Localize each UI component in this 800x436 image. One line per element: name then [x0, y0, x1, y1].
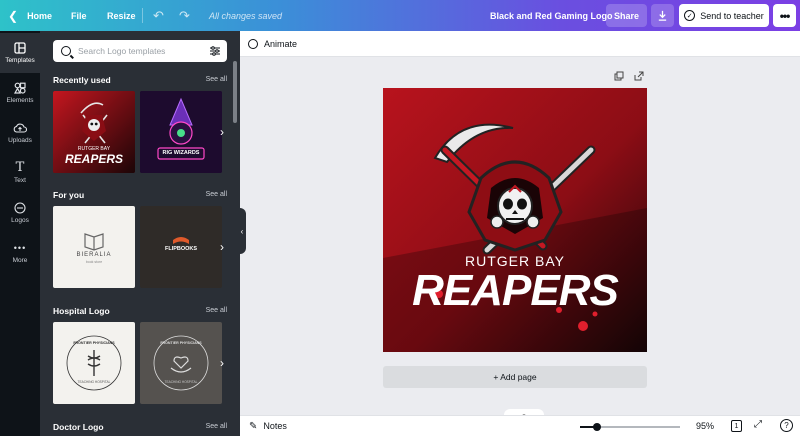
rail-item-templates[interactable]: Templates — [0, 33, 40, 73]
duplicate-page-icon[interactable] — [614, 71, 624, 83]
search-input[interactable] — [78, 46, 198, 56]
see-all-link[interactable]: See all — [206, 191, 227, 198]
send-label: Send to teacher — [700, 10, 764, 21]
chevron-right-icon[interactable]: › — [220, 356, 230, 370]
templates-panel: Recently used See all RUTGER BAY REAPERS… — [40, 31, 240, 436]
thumb-line2: TEACHING HOSPITAL — [164, 380, 198, 384]
rail-label: Elements — [6, 97, 34, 104]
search-icon — [61, 46, 71, 56]
see-all-link[interactable]: See all — [206, 307, 227, 314]
more-options-button[interactable]: ••• — [773, 4, 796, 27]
template-thumbnail[interactable]: RIG WIZARDS — [140, 91, 222, 173]
home-label: Home — [27, 10, 53, 21]
logos-icon — [14, 202, 26, 214]
thumb-line1: FRONTIER PHYSICIANS — [73, 341, 115, 345]
book-thumb-art — [84, 233, 104, 251]
top-toolbar: ❮ Home File Resize ↶ ↷ All changes saved… — [0, 0, 800, 31]
copy-icon — [614, 71, 624, 81]
design-title[interactable]: Black and Red Gaming Logo — [490, 0, 613, 31]
section-title: Recently used — [53, 75, 111, 85]
templates-icon — [14, 42, 26, 54]
save-status: All changes saved — [209, 10, 283, 21]
template-thumbnail[interactable]: FLIPBOOKS — [140, 206, 222, 288]
section-title: For you — [53, 190, 85, 200]
redo-icon[interactable]: ↷ — [179, 0, 190, 31]
resize-button[interactable]: Resize — [107, 0, 136, 31]
section-title: Hospital Logo — [53, 306, 110, 316]
thumb-line1: BIERALIA — [76, 252, 112, 258]
send-to-teacher-button[interactable]: ✓ Send to teacher — [679, 4, 769, 27]
template-thumbnail[interactable]: FRONTIER PHYSICIANS TEACHING HOSPITAL — [53, 322, 135, 404]
download-icon — [658, 10, 667, 21]
rail-item-text[interactable]: T Text — [0, 153, 40, 193]
thumb-line2: book store — [85, 260, 103, 264]
thumb-line1: FLIPBOOKS — [164, 246, 198, 252]
template-thumbnail[interactable]: FRONTIER PHYSICIANS TEACHING HOSPITAL — [140, 322, 222, 404]
text-icon: T — [15, 160, 25, 175]
thumb-line2: TEACHING HOSPITAL — [77, 380, 111, 384]
chevron-right-icon[interactable]: › — [220, 125, 230, 139]
thumb-line2: REAPERS — [64, 152, 123, 166]
panel-scrollbar[interactable] — [233, 61, 237, 123]
filter-icon[interactable] — [209, 45, 221, 57]
template-thumbnail[interactable]: BIERALIA book store — [53, 206, 135, 288]
check-circle-icon: ✓ — [684, 10, 696, 21]
rail-label: Uploads — [8, 137, 32, 144]
share-button[interactable]: Share — [606, 4, 647, 27]
add-page-icon[interactable] — [634, 71, 644, 83]
zoom-level[interactable]: 95% — [696, 421, 714, 431]
hospital-thumb-art-2 — [153, 335, 209, 391]
animate-button[interactable]: Animate — [264, 39, 297, 49]
rail-label: Templates — [5, 57, 35, 64]
zoom-slider[interactable] — [580, 423, 680, 431]
chevron-right-icon[interactable]: › — [220, 240, 230, 254]
design-canvas[interactable]: RUTGER BAY REAPERS — [383, 88, 647, 352]
section-title: Doctor Logo — [53, 422, 104, 432]
rail-label: Logos — [11, 217, 29, 224]
zoom-slider-handle[interactable] — [593, 423, 601, 431]
elements-icon — [14, 82, 26, 94]
rail-item-more[interactable]: ••• More — [0, 233, 40, 273]
side-rail: Templates Elements Uploads T Text Logos … — [0, 31, 40, 436]
see-all-link[interactable]: See all — [206, 76, 227, 83]
help-icon[interactable]: ? — [780, 419, 793, 432]
thumb-line1: FRONTIER PHYSICIANS — [160, 341, 202, 345]
home-button[interactable]: ❮ Home — [8, 0, 52, 31]
design-line2[interactable]: REAPERS — [383, 266, 647, 316]
rail-label: Text — [14, 177, 26, 184]
toolbar-divider — [142, 8, 143, 23]
undo-icon[interactable]: ↶ — [153, 0, 164, 31]
hospital-thumb-art — [66, 335, 122, 391]
see-all-link[interactable]: See all — [206, 423, 227, 430]
page-count-button[interactable]: 1 — [731, 420, 742, 432]
rail-item-elements[interactable]: Elements — [0, 73, 40, 113]
chevron-left-icon: ❮ — [8, 8, 19, 23]
file-menu-button[interactable]: File — [71, 0, 87, 31]
rail-label: More — [12, 257, 28, 264]
download-button[interactable] — [651, 4, 674, 27]
notes-button[interactable]: ✎ Notes — [249, 421, 287, 432]
bottom-toolbar: ✎ Notes 95% 1 ⤢ ? — [240, 415, 800, 436]
add-page-button[interactable]: + Add page — [383, 366, 647, 388]
animate-toolbar: Animate — [240, 31, 800, 57]
wizard-thumb-art — [140, 91, 222, 173]
template-search-box[interactable] — [53, 40, 227, 62]
more-icon: ••• — [13, 243, 27, 253]
ellipsis-icon: ••• — [779, 8, 791, 23]
fullscreen-icon[interactable]: ⤢ — [754, 419, 762, 430]
notes-icon: ✎ — [249, 420, 258, 432]
upload-icon — [13, 123, 27, 133]
rail-item-logos[interactable]: Logos — [0, 193, 40, 233]
rail-item-uploads[interactable]: Uploads — [0, 113, 40, 153]
animate-icon — [248, 38, 258, 49]
panel-collapse-handle[interactable]: ‹ — [238, 208, 246, 254]
notes-label: Notes — [263, 421, 287, 431]
thumb-line1: RIG WIZARDS — [162, 150, 200, 156]
page-count: 1 — [734, 422, 739, 430]
export-icon — [634, 71, 644, 81]
chevron-left-icon: ‹ — [240, 226, 244, 236]
template-thumbnail[interactable]: RUTGER BAY REAPERS — [53, 91, 135, 173]
